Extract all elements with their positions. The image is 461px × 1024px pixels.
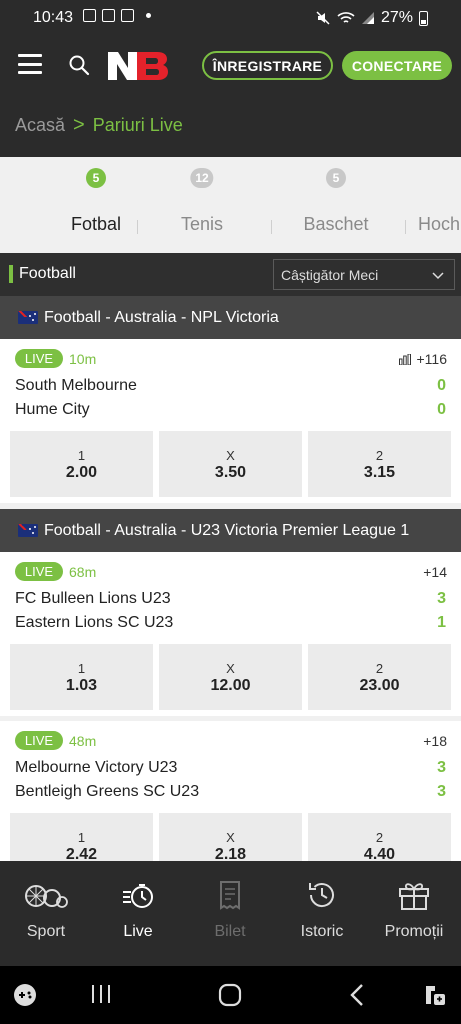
more-markets-link[interactable]: +14 <box>423 564 447 580</box>
odd-button-away[interactable]: 2 3.15 <box>308 431 451 497</box>
menu-icon[interactable] <box>18 54 42 74</box>
breadcrumb-current: Pariuri Live <box>92 115 183 135</box>
status-bar: 10:43 27% <box>0 0 461 36</box>
accessibility-icon[interactable] <box>423 983 447 1007</box>
tab-label: Tenis <box>180 214 224 234</box>
sport-tabs: 5 Fotbal 12 Tenis 5 Baschet Hoch <box>0 157 461 253</box>
live-badge: LIVE <box>15 349 63 368</box>
more-markets-link[interactable]: +18 <box>423 733 447 749</box>
odd-button-home[interactable]: 1 2.00 <box>10 431 153 497</box>
away-team: Bentleigh Greens SC U23 <box>15 783 200 800</box>
game-launcher-icon[interactable] <box>13 983 37 1007</box>
nav-sport[interactable]: Sport <box>0 861 92 966</box>
away-score: 0 <box>437 401 446 418</box>
tab-label: Baschet <box>303 214 369 234</box>
tab-divider <box>137 220 138 234</box>
match-card[interactable]: LIVE 48m +18 Melbourne Victory U23 3 Ben… <box>0 721 461 861</box>
recent-apps-icon[interactable] <box>90 983 112 1005</box>
sport-section-title: Football <box>19 265 76 282</box>
tab-tenis[interactable]: 12 Tenis <box>134 157 270 253</box>
breadcrumb-separator: > <box>73 114 85 136</box>
league-header[interactable]: Football - Australia - NPL Victoria <box>0 296 461 339</box>
away-team: Hume City <box>15 401 90 418</box>
home-team: South Melbourne <box>15 377 137 394</box>
match-minute: 10m <box>69 351 97 367</box>
match-minute: 68m <box>69 564 97 580</box>
betslip-icon <box>220 881 240 910</box>
inbox-notification-icon <box>102 9 115 22</box>
league-name: Football - Australia - U23 Victoria Prem… <box>44 521 410 539</box>
gallery-notification-icon <box>83 9 96 22</box>
nav-promotii[interactable]: Promoții <box>368 861 460 966</box>
breadcrumb-home-link[interactable]: Acasă <box>15 115 65 136</box>
live-badge: LIVE <box>15 731 63 750</box>
nav-istoric[interactable]: Istoric <box>276 861 368 966</box>
match-card[interactable]: LIVE 10m +116 South Melbourne 0 Hume Cit… <box>0 339 461 503</box>
tab-divider <box>271 220 272 234</box>
home-team: Melbourne Victory U23 <box>15 759 178 776</box>
battery-percent: 27% <box>380 9 413 26</box>
stats-icon <box>398 353 411 365</box>
league-name: Football - Australia - NPL Victoria <box>44 308 279 326</box>
sports-balls-icon <box>25 885 68 908</box>
market-type-value: Câștigător Meci <box>281 266 379 283</box>
gift-icon <box>399 883 429 910</box>
odd-button-away[interactable]: 2 23.00 <box>308 644 451 710</box>
more-notifications-icon <box>146 13 151 18</box>
system-navigation-bar <box>0 966 461 1024</box>
nav-bilet[interactable]: Bilet <box>184 861 276 966</box>
australia-flag-icon <box>18 311 38 324</box>
tab-divider <box>405 220 406 234</box>
live-stopwatch-icon <box>123 884 153 908</box>
markets-count: +116 <box>416 351 448 367</box>
signal-icon <box>361 12 374 24</box>
nb-logo[interactable] <box>106 50 168 82</box>
markets-count: +14 <box>423 564 447 580</box>
australia-flag-icon <box>18 524 38 537</box>
odd-button-home[interactable]: 1 2.42 <box>10 813 153 861</box>
league-header[interactable]: Football - Australia - U23 Victoria Prem… <box>0 509 461 552</box>
tab-count-badge: 5 <box>326 168 346 188</box>
app-header: ÎNREGISTRARE CONECTARE <box>0 36 461 94</box>
nav-live[interactable]: Live <box>92 861 184 966</box>
market-type-select[interactable]: Câștigător Meci <box>273 259 455 290</box>
live-badge: LIVE <box>15 562 63 581</box>
home-team: FC Bulleen Lions U23 <box>15 590 171 607</box>
history-icon <box>309 883 334 908</box>
login-button[interactable]: CONECTARE <box>342 51 452 80</box>
away-score: 3 <box>437 783 446 800</box>
back-icon[interactable] <box>348 983 366 1007</box>
home-icon[interactable] <box>218 983 242 1007</box>
wifi-icon <box>337 12 355 23</box>
odd-button-away[interactable]: 2 4.40 <box>308 813 451 861</box>
away-team: Eastern Lions SC U23 <box>15 614 174 631</box>
register-button[interactable]: ÎNREGISTRARE <box>202 51 333 80</box>
odd-button-draw[interactable]: X 3.50 <box>159 431 302 497</box>
home-score: 0 <box>437 377 446 394</box>
home-score: 3 <box>437 759 446 776</box>
odd-button-draw[interactable]: X 2.18 <box>159 813 302 861</box>
tab-baschet[interactable]: 5 Baschet <box>268 157 404 253</box>
mute-icon <box>316 11 330 25</box>
tab-count-badge: 12 <box>190 168 214 188</box>
calendar-notification-icon <box>121 9 134 22</box>
tab-label: Hoch <box>418 214 461 234</box>
match-minute: 48m <box>69 733 97 749</box>
match-card[interactable]: LIVE 68m +14 FC Bulleen Lions U23 3 East… <box>0 552 461 716</box>
status-time: 10:43 <box>33 9 74 26</box>
search-icon[interactable] <box>68 54 90 76</box>
markets-count: +18 <box>423 733 447 749</box>
away-score: 1 <box>437 614 446 631</box>
chevron-down-icon <box>432 272 444 280</box>
odd-button-home[interactable]: 1 1.03 <box>10 644 153 710</box>
more-markets-link[interactable]: +116 <box>398 351 448 367</box>
home-score: 3 <box>437 590 446 607</box>
bottom-navigation: Sport Live Bilet Istoric Promoții <box>0 861 461 966</box>
tab-hochei[interactable]: Hoch <box>404 157 461 253</box>
odd-button-draw[interactable]: X 12.00 <box>159 644 302 710</box>
breadcrumb: Acasă > Pariuri Live <box>0 94 461 157</box>
tab-count-badge: 5 <box>86 168 106 188</box>
battery-icon <box>419 10 428 26</box>
